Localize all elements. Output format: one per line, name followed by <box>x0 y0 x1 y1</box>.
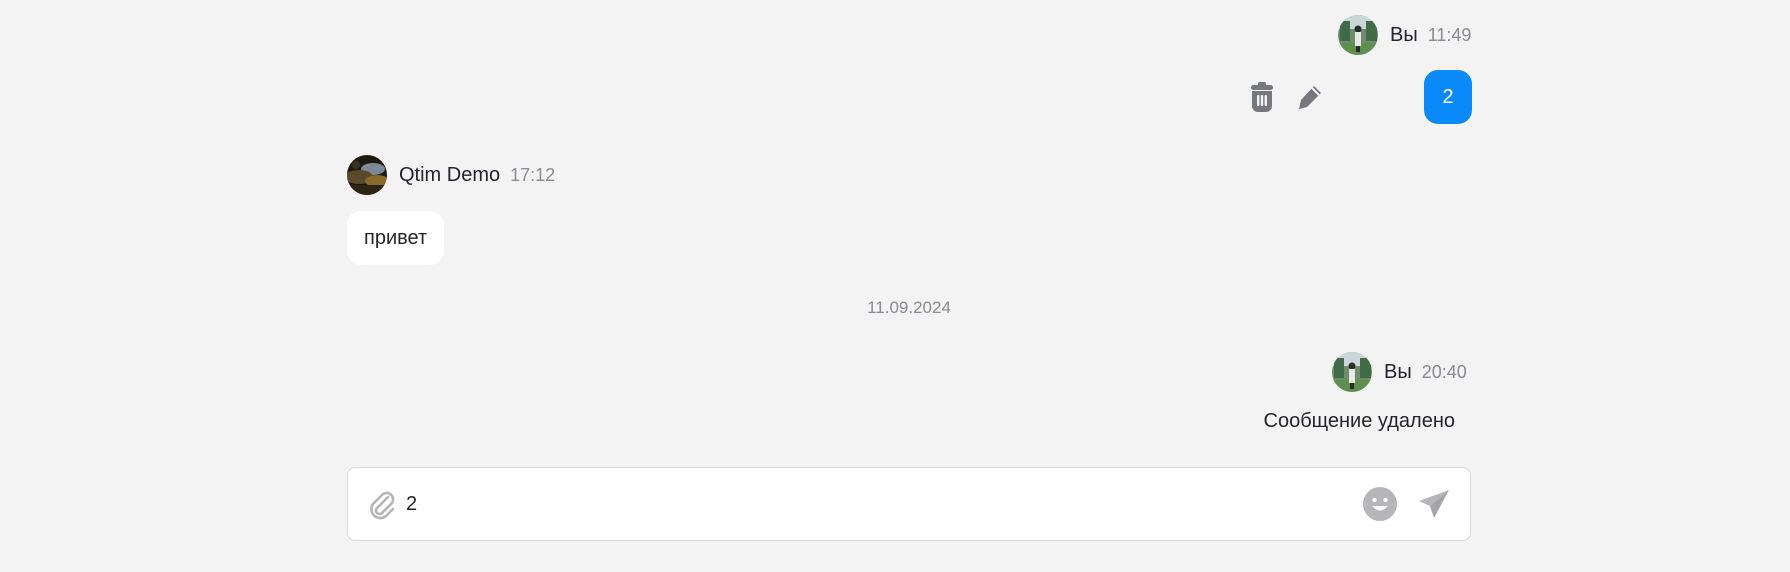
date-separator: 11.09.2024 <box>867 298 951 317</box>
avatar[interactable] <box>1338 15 1378 55</box>
smiley-icon <box>1363 487 1397 521</box>
contact-avatar-photo-icon <box>347 155 387 195</box>
trash-icon <box>1251 82 1273 112</box>
chat-view: Вы 11:49 2 Qtim Demo 17:12 привет 11.09.… <box>0 0 1790 572</box>
avatar[interactable] <box>347 155 387 195</box>
attach-file-button[interactable] <box>362 484 402 524</box>
message-header: Вы 11:49 <box>1338 15 1471 55</box>
edit-message-button[interactable] <box>1296 82 1324 112</box>
paperclip-icon <box>370 491 395 520</box>
message-author: Вы <box>1384 360 1412 383</box>
emoji-button[interactable] <box>1360 484 1400 524</box>
message-author: Qtim Demo <box>399 163 501 186</box>
incoming-message-bubble[interactable]: привет <box>347 211 445 265</box>
message-input[interactable] <box>406 484 1360 524</box>
message-author: Вы <box>1390 23 1418 46</box>
pencil-icon <box>1299 86 1321 109</box>
message-time: 17:12 <box>510 164 556 185</box>
message-header: Вы 20:40 <box>1332 352 1467 392</box>
message-time: 11:49 <box>1427 24 1472 45</box>
outgoing-message-bubble[interactable]: 2 <box>1424 70 1472 124</box>
message-header: Qtim Demo 17:12 <box>347 155 555 195</box>
user-avatar-photo-icon <box>1332 352 1372 392</box>
message-composer <box>347 467 1471 541</box>
send-button[interactable] <box>1414 484 1454 524</box>
deleted-message-text: Сообщение удалено <box>1263 410 1455 432</box>
paper-plane-icon <box>1419 490 1449 518</box>
message-time: 20:40 <box>1421 361 1467 382</box>
user-avatar-photo-icon <box>1338 15 1378 55</box>
delete-message-button[interactable] <box>1248 82 1276 112</box>
message-actions <box>1248 82 1324 112</box>
avatar[interactable] <box>1332 352 1372 392</box>
